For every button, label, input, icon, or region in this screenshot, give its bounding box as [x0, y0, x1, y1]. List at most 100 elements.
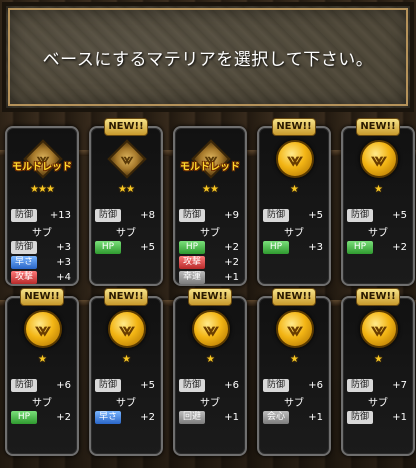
sub-stat-value: +3 [56, 256, 71, 268]
main-stat-label: 防御 [347, 208, 373, 222]
sub-header: サブ [32, 398, 52, 409]
sub-stat-value: +2 [56, 411, 71, 423]
sub-header: サブ [116, 228, 136, 239]
gold-orb-materia-icon: ⩖ [192, 310, 230, 348]
rarity-stars: ★★ [202, 184, 219, 195]
main-stat-value: +6 [56, 379, 71, 391]
new-badge: NEW!! [188, 288, 232, 306]
sub-stat-value: +5 [140, 241, 155, 253]
main-stat-label: 防御 [179, 208, 205, 222]
sub-stat-value: +2 [224, 241, 239, 253]
rarity-stars: ★★★ [30, 184, 55, 195]
main-stat-value: +13 [49, 209, 71, 221]
sub-stat-label: 幸運 [179, 270, 205, 284]
sub-stat-label: 防御 [347, 410, 373, 424]
rarity-stars: ★ [206, 354, 215, 365]
sub-stat-value: +2 [392, 241, 407, 253]
main-stat: 防御 +6 [11, 378, 73, 392]
sub-stat-value: +1 [392, 411, 407, 423]
sub-stat: HP +3 [263, 240, 325, 254]
materia-card[interactable]: NEW!! ⩖ ★ 防御 +5 サブ HP +2 [341, 118, 415, 286]
sub-stat-label: 会心 [263, 410, 289, 424]
sub-stat: HP +2 [179, 240, 241, 254]
main-stat: 防御 +5 [347, 208, 409, 222]
gold-orb-materia-icon: ⩖ [108, 310, 146, 348]
main-stat-label: 防御 [95, 378, 121, 392]
gold-orb-materia-icon: ⩖ [360, 140, 398, 178]
sub-stat-label: HP [347, 240, 373, 254]
sub-stat-label: HP [95, 240, 121, 254]
main-stat-value: +5 [392, 209, 407, 221]
sub-header: サブ [368, 398, 388, 409]
gold-orb-materia-icon: ⩖ [360, 310, 398, 348]
sub-stat-value: +1 [224, 271, 239, 283]
sub-stat: 防御 +1 [347, 410, 409, 424]
sub-header: サブ [284, 228, 304, 239]
sub-stat-value: +2 [224, 256, 239, 268]
sub-stat-label: 防御 [11, 240, 37, 254]
sub-stat: HP +5 [95, 240, 157, 254]
main-stat-label: 防御 [95, 208, 121, 222]
sub-stat: HP +2 [11, 410, 73, 424]
main-stat: 防御 +5 [263, 208, 325, 222]
materia-card[interactable]: NEW!! ⩖ ★ 防御 +6 サブ 回避 +1 [173, 288, 247, 456]
main-stat-label: 防御 [179, 378, 205, 392]
main-stat-label: 防御 [347, 378, 373, 392]
sub-stat-label: 攻撃 [179, 255, 205, 269]
sub-stat-label: HP [11, 410, 37, 424]
rarity-stars: ★ [374, 184, 383, 195]
sub-stat-label: 早さ [11, 255, 37, 269]
rarity-stars: ★★ [118, 184, 135, 195]
sub-stat: 幸運 +1 [179, 270, 241, 284]
main-stat-value: +7 [392, 379, 407, 391]
sub-stat-label: 攻撃 [11, 270, 37, 284]
main-stat-value: +5 [308, 209, 323, 221]
main-stat-value: +5 [140, 379, 155, 391]
materia-card[interactable]: NEW!! ⩖ ★ 防御 +6 サブ HP +2 [5, 288, 79, 456]
main-stat: 防御 +9 [179, 208, 241, 222]
rarity-stars: ★ [122, 354, 131, 365]
new-badge: NEW!! [104, 118, 148, 136]
diamond-materia-icon: ⩖ [107, 139, 147, 179]
materia-card[interactable]: NEW!! ⩖ ★ 防御 +6 サブ 会心 +1 [257, 288, 331, 456]
rarity-stars: ★ [290, 354, 299, 365]
main-stat-value: +6 [224, 379, 239, 391]
rarity-stars: ★ [290, 184, 299, 195]
sub-stat: 防御 +3 [11, 240, 73, 254]
sub-stat-value: +1 [224, 411, 239, 423]
materia-card[interactable]: NEW!! ⩖ ★ 防御 +5 サブ 早さ +2 [89, 288, 163, 456]
sub-stat-label: 回避 [179, 410, 205, 424]
main-stat: 防御 +6 [263, 378, 325, 392]
sub-stat-label: HP [263, 240, 289, 254]
sub-stat: 会心 +1 [263, 410, 325, 424]
materia-card[interactable]: ⩖ モルドレッド ★★ 防御 +9 サブ HP +2 攻撃 +2 幸運 +1 [173, 126, 247, 286]
sub-header: サブ [368, 228, 388, 239]
main-stat-label: 防御 [263, 378, 289, 392]
sub-stat-value: +4 [56, 271, 71, 283]
instruction-text: ベースにするマテリアを選択して下さい。 [42, 49, 374, 70]
main-stat-label: 防御 [11, 378, 37, 392]
main-stat: 防御 +6 [179, 378, 241, 392]
sub-stat-value: +2 [140, 411, 155, 423]
sub-stat: HP +2 [347, 240, 409, 254]
main-stat-label: 防御 [11, 208, 37, 222]
main-stat: 防御 +5 [95, 378, 157, 392]
sub-stat-label: HP [179, 240, 205, 254]
instruction-banner: ベースにするマテリアを選択して下さい。 [2, 2, 414, 112]
materia-card[interactable]: ⩖ モルドレッド ★★★ 防御 +13 サブ 防御 +3 早さ +3 攻撃 +4 [5, 126, 79, 286]
main-stat-label: 防御 [263, 208, 289, 222]
materia-name: モルドレッド [12, 162, 72, 173]
new-badge: NEW!! [272, 118, 316, 136]
sub-stat: 早さ +3 [11, 255, 73, 269]
rarity-stars: ★ [38, 354, 47, 365]
main-stat: 防御 +8 [95, 208, 157, 222]
materia-card[interactable]: NEW!! ⩖ ★ 防御 +5 サブ HP +3 [257, 118, 331, 286]
materia-card[interactable]: NEW!! ⩖ ★ 防御 +7 サブ 防御 +1 [341, 288, 415, 456]
main-stat: 防御 +7 [347, 378, 409, 392]
materia-name: モルドレッド [180, 162, 240, 173]
sub-stat: 早さ +2 [95, 410, 157, 424]
gold-orb-materia-icon: ⩖ [276, 310, 314, 348]
materia-card[interactable]: NEW!! ⩖ ★★ 防御 +8 サブ HP +5 [89, 118, 163, 286]
new-badge: NEW!! [20, 288, 64, 306]
new-badge: NEW!! [356, 288, 400, 306]
